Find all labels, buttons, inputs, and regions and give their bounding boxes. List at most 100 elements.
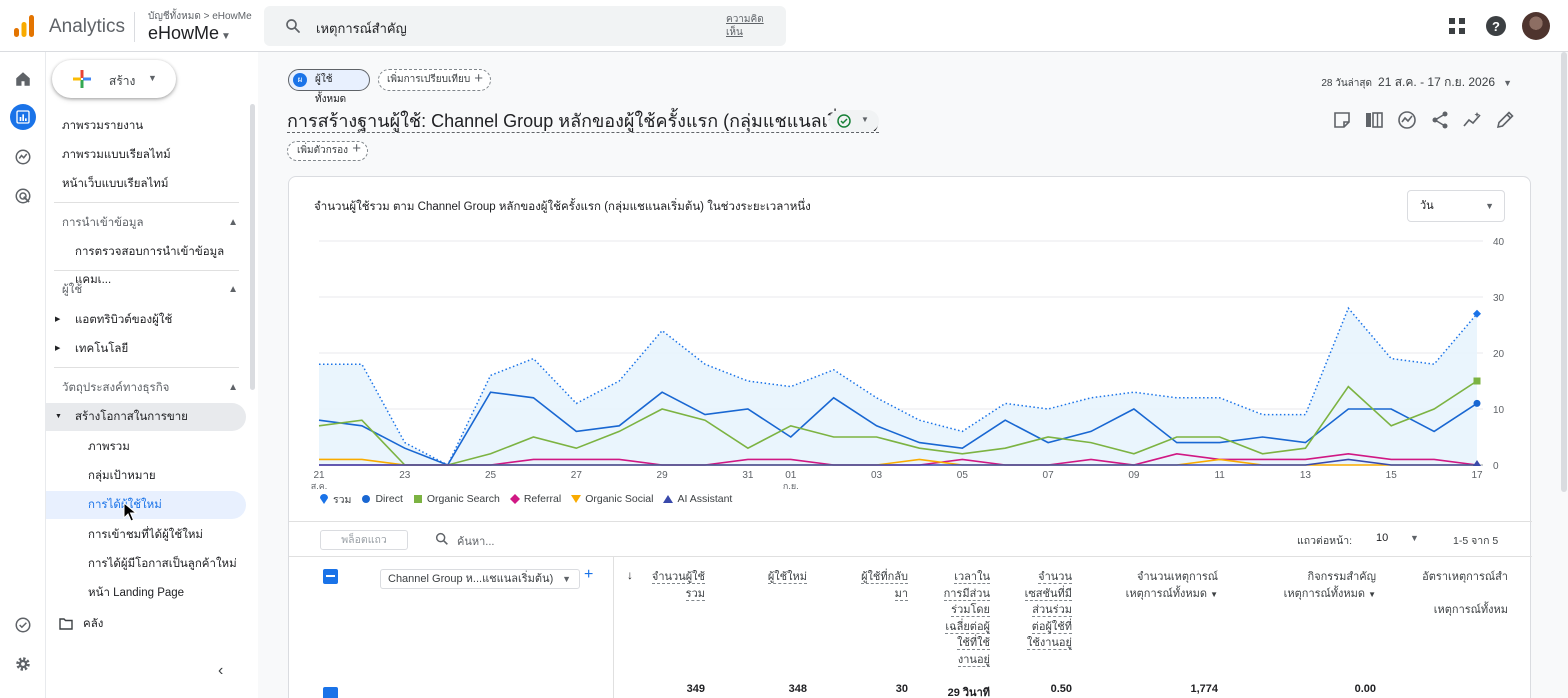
analytics-logo[interactable] <box>12 14 36 38</box>
insights-icon[interactable] <box>1397 110 1417 130</box>
collapse-sidebar-icon[interactable]: ‹ <box>218 662 223 680</box>
check-circle-icon[interactable] <box>10 612 36 638</box>
report-status-dropdown[interactable]: ▼ <box>829 110 879 132</box>
column-header-engagement-time[interactable]: เวลาใน การมีส่วน ร่วมโดย เฉลี่ยต่อผู้ ใช้ที่… <box>924 569 990 668</box>
legend-item[interactable]: รวม <box>319 491 351 508</box>
column-header-key-events[interactable]: กิจกรรมสำคัญ เหตุการณ์ทั้งหมด ▼ <box>1256 569 1376 603</box>
date-range: 21 ส.ค. - 17 ก.ย. 2026 <box>1378 75 1496 89</box>
x-tick-label: 13 <box>1300 470 1312 481</box>
sidebar-item-library[interactable]: คลัง <box>46 610 246 638</box>
col-label: เหตุการณ์ทั้งหมด <box>1283 587 1366 600</box>
add-dimension-button[interactable]: + <box>584 566 593 584</box>
reports-icon[interactable] <box>10 104 36 130</box>
breadcrumb[interactable]: บัญชีทั้งหมด > eHowMe <box>148 9 252 24</box>
sidebar-item-realtime-pages[interactable]: หน้าเว็บแบบเรียลไทม์ <box>46 170 246 198</box>
sidebar-item-landing-page[interactable]: หน้า Landing Page <box>46 579 246 607</box>
segment-label: ผู้ใช้ทั้งหมด <box>315 74 347 105</box>
totals-row-checkbox[interactable] <box>323 687 338 698</box>
home-icon[interactable] <box>10 66 36 92</box>
legend-item[interactable]: Referral <box>509 493 561 505</box>
sidebar-item-audiences[interactable]: กลุ่มเป้าหมาย <box>46 462 246 490</box>
col-label: จำนวนเหตุการณ์ <box>1137 571 1218 583</box>
col-label: ใช้งานอยู่ <box>1027 637 1072 650</box>
add-filter-button[interactable]: เพิ่มตัวกรอง + <box>287 140 368 161</box>
sidebar-item-overview-reports[interactable]: ภาพรวมรายงาน <box>46 112 246 140</box>
sidebar-item-lead-acquisition[interactable]: การได้ผู้มีโอกาสเป็นลูกค้าใหม่ <box>46 550 246 578</box>
chevron-down-icon: ▼ <box>562 574 571 584</box>
page-scrollbar[interactable] <box>1560 52 1568 492</box>
sidebar-scrollbar[interactable] <box>250 104 255 390</box>
add-comparison-button[interactable]: เพิ่มการเปรียบเทียบ + <box>378 69 491 91</box>
dimension-select[interactable]: Channel Group ห...แชแนลเริ่มต้น) ▼ <box>380 569 580 589</box>
chart-title: จำนวนผู้ใช้รวม ตาม Channel Group หลักของ… <box>314 201 811 213</box>
page-title[interactable]: การสร้างฐานผู้ใช้: Channel Group หลักของ… <box>287 110 880 133</box>
plus-icon: + <box>352 140 361 157</box>
sidebar-section-user[interactable]: ผู้ใช้ ▲ <box>46 276 246 304</box>
y-tick-label: 20 <box>1493 349 1505 360</box>
segment-chip[interactable]: ผ ผู้ใช้ทั้งหมด <box>288 69 370 105</box>
scrollbar-thumb[interactable] <box>1561 52 1567 492</box>
chevron-down-icon[interactable]: ▼ <box>1368 590 1376 599</box>
period-value: วัน <box>1420 200 1434 212</box>
search-bar[interactable]: เหตุการณ์สำคัญ ความคิดเห็น <box>264 6 786 46</box>
gear-icon[interactable] <box>10 651 36 677</box>
save-report-icon[interactable] <box>1332 110 1352 130</box>
compare-columns-icon[interactable] <box>1364 110 1384 130</box>
property-selector[interactable]: eHowMe ▼ <box>148 23 231 44</box>
legend-label: AI Assistant <box>677 493 733 505</box>
legend-item[interactable]: AI Assistant <box>663 493 732 505</box>
legend-label: รวม <box>333 493 352 506</box>
x-tick-label: 25 <box>485 470 497 481</box>
sidebar-item-overview[interactable]: ภาพรวม <box>46 433 246 461</box>
col-label: เฉลี่ยต่อผู้ <box>945 620 990 634</box>
chevron-down-icon[interactable]: ▼ <box>148 73 157 83</box>
explore-icon[interactable] <box>10 144 36 170</box>
feedback-link[interactable]: ความคิดเห็น <box>726 13 770 39</box>
rows-per-page-select[interactable]: 10 <box>1376 532 1388 544</box>
sidebar-item-traffic-acquisition[interactable]: การเข้าชมที่ได้ผู้ใช้ใหม่ <box>46 521 246 549</box>
plot-rows-button[interactable]: พล็อตแถว <box>320 530 408 550</box>
column-header-returning-users[interactable]: ผู้ใช้ที่กลับ มา <box>838 569 908 602</box>
legend-item[interactable]: Organic Search <box>413 493 500 505</box>
table-search-input[interactable]: ค้นหา... <box>457 532 494 550</box>
select-all-checkbox[interactable] <box>323 569 338 584</box>
divider <box>54 367 239 368</box>
apps-grid-icon[interactable] <box>1445 14 1469 38</box>
date-range-picker[interactable]: 28 วันล่าสุด 21 ส.ค. - 17 ก.ย. 2026 ▼ <box>1321 73 1512 92</box>
column-header-new-users[interactable]: ผู้ใช้ใหม่ <box>737 569 807 586</box>
sidebar-item-tech[interactable]: เทคโนโลยี <box>46 335 246 363</box>
sidebar-section-business-objectives[interactable]: วัตถุประสงค์ทางธุรกิจ ▲ <box>46 374 246 402</box>
sidebar-section-data-import[interactable]: การนำเข้าข้อมูล ▲ <box>46 209 246 237</box>
table-header: Channel Group ห...แชแนลเริ่มต้น) ▼ + ↓ จำ… <box>289 557 1532 698</box>
legend-item[interactable]: Direct <box>361 493 403 505</box>
x-tick-label: 01 <box>785 470 797 481</box>
edit-pencil-icon[interactable] <box>1495 110 1515 130</box>
legend-marker-icon <box>362 495 371 503</box>
help-icon[interactable]: ? <box>1484 14 1508 38</box>
legend-label: Direct <box>375 493 403 505</box>
search-input[interactable]: เหตุการณ์สำคัญ <box>316 18 407 39</box>
advertising-icon[interactable] <box>10 183 36 209</box>
series-area <box>319 308 1477 465</box>
legend-label: Organic Social <box>585 493 654 505</box>
column-header-total-users[interactable]: จำนวนผู้ใช้ รวม <box>625 569 705 602</box>
share-icon[interactable] <box>1430 110 1450 130</box>
y-tick-label: 0 <box>1493 461 1499 472</box>
sidebar-item-generate-leads[interactable]: สร้างโอกาสในการขาย <box>46 403 246 431</box>
sidebar-item-realtime-overview[interactable]: ภาพรวมแบบเรียลไทม์ <box>46 141 246 169</box>
sidebar-item-user-attributes[interactable]: แอตทริบิวต์ของผู้ใช้ <box>46 306 246 334</box>
chevron-down-icon[interactable]: ▼ <box>1210 590 1218 599</box>
chevron-down-icon[interactable]: ▼ <box>1410 533 1419 543</box>
column-header-event-count[interactable]: จำนวนเหตุการณ์ เหตุการณ์ทั้งหมด ▼ <box>1098 569 1218 603</box>
create-button[interactable]: สร้าง ▼ <box>52 60 176 98</box>
avatar[interactable] <box>1522 12 1550 40</box>
legend-item[interactable]: Organic Social <box>571 493 653 505</box>
sidebar-item-user-acquisition[interactable]: การได้ผู้ใช้ใหม่ <box>46 491 246 519</box>
trend-sparkle-icon[interactable] <box>1462 110 1482 130</box>
sidebar-item-data-import-check[interactable]: การตรวจสอบการนำเข้าข้อมูลแคมเ... <box>46 238 246 286</box>
column-header-key-event-rate[interactable]: อัตราเหตุการณ์สำ เหตุการณ์ทั้งหม <box>1408 569 1508 619</box>
collapse-arrow-icon[interactable]: ▼ <box>55 413 62 420</box>
column-header-engaged-sessions[interactable]: จำนวน เซสชันที่มี ส่วนร่วม ต่อผู้ใช้ที่ ใช้ง… <box>1012 569 1072 652</box>
col-label: เวลาใน <box>954 571 990 584</box>
line-chart[interactable]: 0 10 20 30 40 21 23 25 27 29 31 01 03 05 07 09 11 13 15 17 ส… <box>289 217 1532 489</box>
